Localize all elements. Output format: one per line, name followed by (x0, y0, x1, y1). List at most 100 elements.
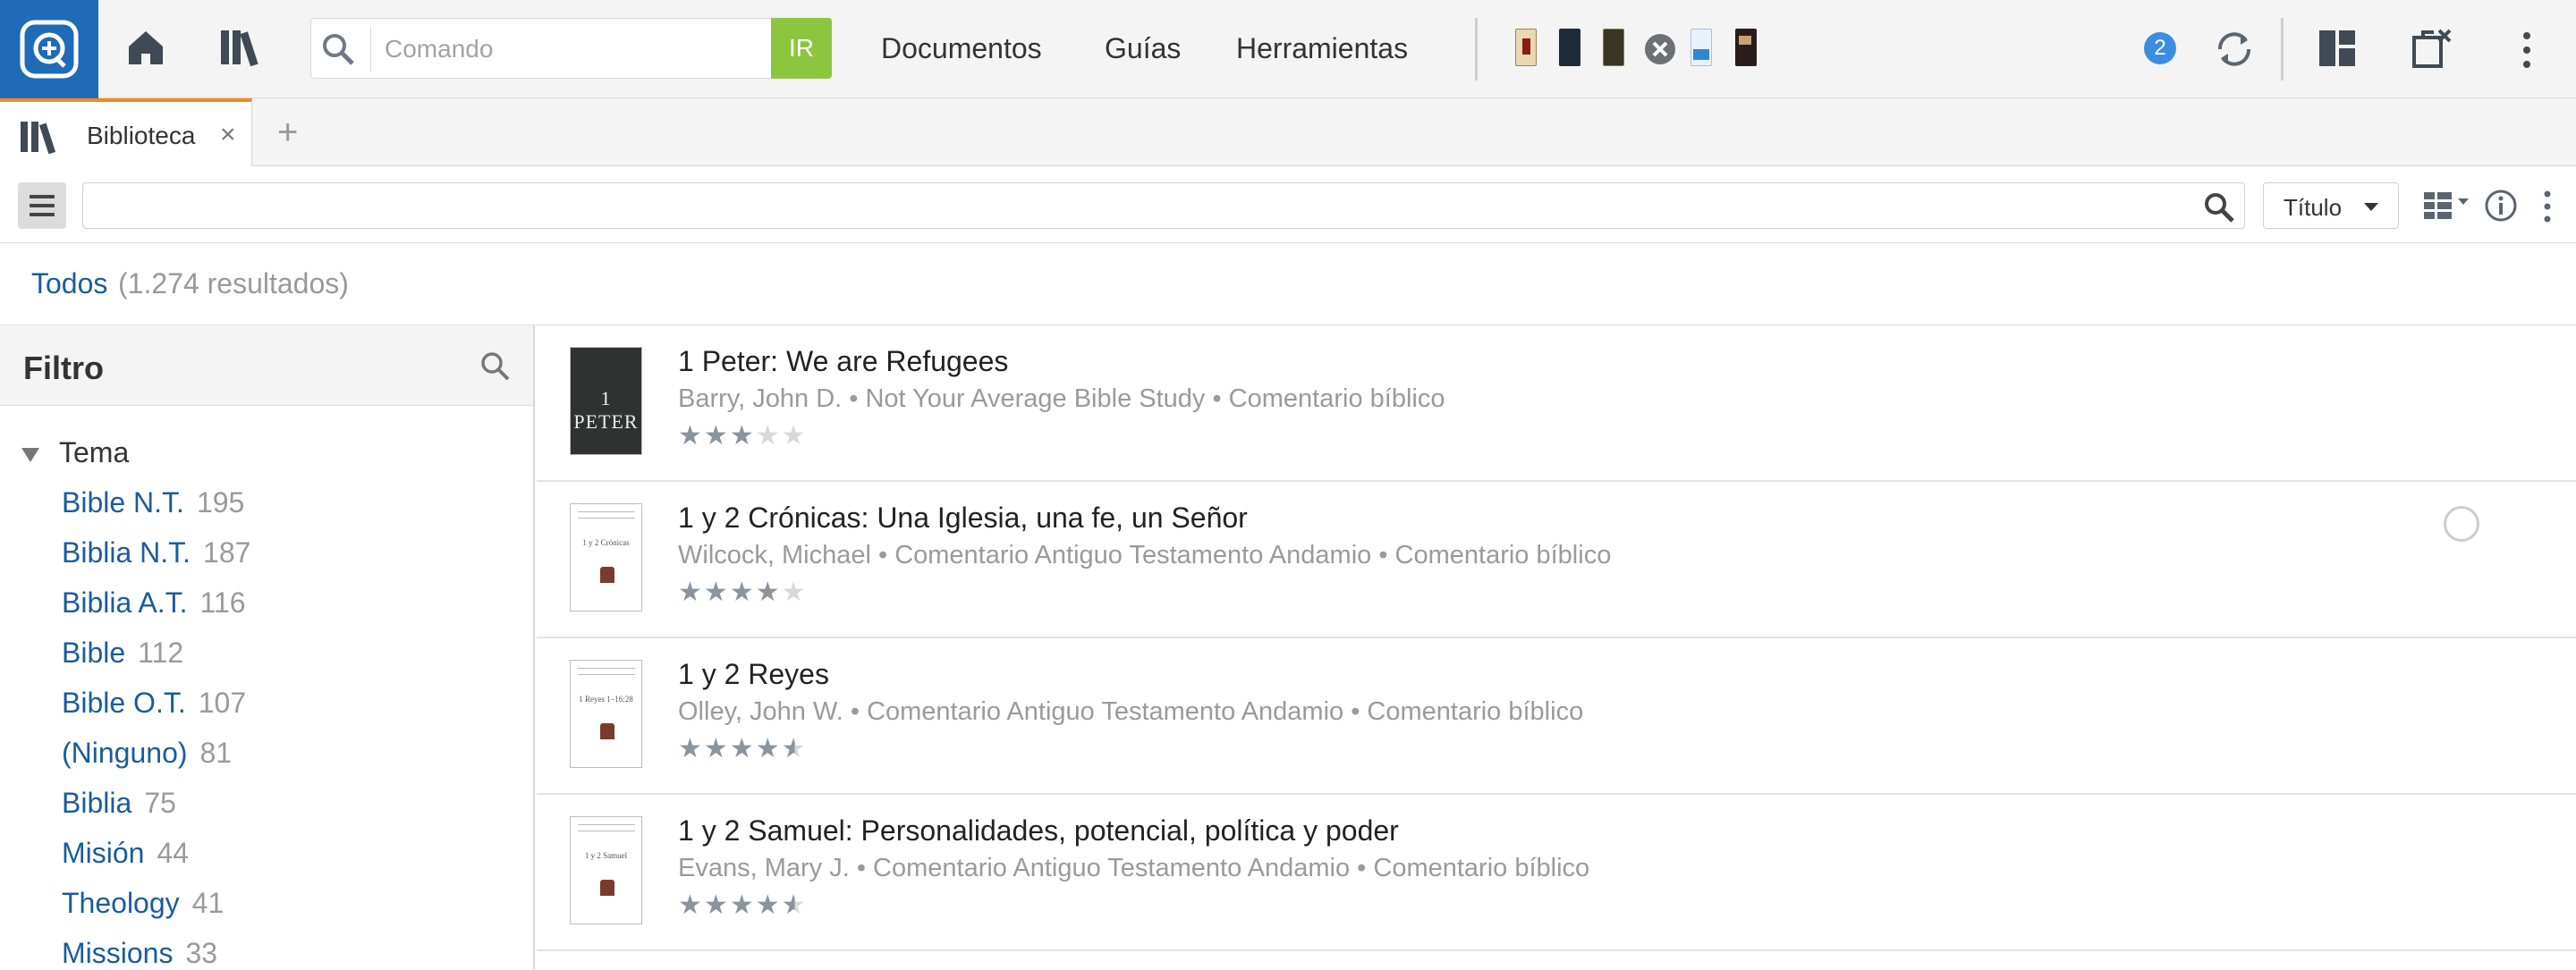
sort-dropdown[interactable]: Título (2263, 182, 2399, 229)
resource-title[interactable]: 1 Peter: We are Refugees (678, 345, 1008, 378)
star-icon[interactable]: ★ (678, 890, 704, 920)
filter-item[interactable]: Missions 33 (62, 937, 217, 970)
filter-item-count: 33 (185, 937, 218, 969)
recent-book-6[interactable] (1735, 29, 1757, 66)
star-icon[interactable]: ★ (756, 890, 782, 920)
filter-item[interactable]: Biblia A.T. 116 (62, 586, 246, 620)
resource-row[interactable]: 1 Reyes 1–16:28 1 y 2 Reyes Olley, John … (537, 638, 2576, 795)
results-header: Todos (1.274 resultados) (0, 243, 2576, 325)
filter-item[interactable]: Bible N.T. 195 (62, 486, 244, 519)
library-search-input[interactable] (94, 189, 2169, 223)
tab-close-button[interactable]: × (220, 120, 236, 150)
star-rating[interactable]: ★★★★★ (678, 733, 808, 764)
star-icon[interactable]: ★ (678, 578, 704, 607)
star-icon[interactable]: ★ (730, 890, 756, 920)
star-icon[interactable]: ★ (704, 890, 730, 920)
resource-details: Olley, John W. • Comentario Antiguo Test… (678, 697, 1584, 726)
filter-item[interactable]: Bible 112 (62, 637, 183, 670)
filter-item[interactable]: Bible O.T. 107 (62, 687, 246, 720)
all-results-link[interactable]: Todos (31, 267, 107, 300)
chevron-down-icon (2364, 203, 2378, 211)
layout-icon[interactable] (2318, 29, 2357, 68)
filter-item[interactable]: Biblia 75 (62, 787, 176, 820)
go-button[interactable]: IR (771, 18, 832, 79)
view-mode-icon[interactable] (2422, 190, 2472, 222)
panel-menu-button[interactable] (18, 182, 66, 229)
star-icon[interactable]: ★ (782, 578, 808, 607)
resource-details: Barry, John D. • Not Your Average Bible … (678, 384, 1445, 413)
filter-item[interactable]: Misión 44 (62, 837, 189, 870)
star-icon[interactable]: ★ (756, 421, 782, 451)
menu-bar-line (30, 213, 55, 216)
star-icon[interactable]: ★ (730, 734, 756, 763)
resource-title[interactable]: 1 y 2 Reyes (678, 658, 829, 691)
filter-item-count: 195 (196, 486, 245, 519)
library-search-box (82, 182, 2245, 229)
tab-label: Biblioteca (87, 122, 196, 149)
logos-logo-button[interactable] (0, 0, 98, 98)
filter-header: Filtro (0, 325, 533, 406)
filter-item[interactable]: Theology 41 (62, 887, 224, 920)
star-icon[interactable]: ★ (678, 734, 704, 763)
command-separator (370, 26, 371, 72)
sync-icon[interactable] (2212, 27, 2257, 72)
star-icon[interactable]: ★ (756, 578, 782, 607)
filter-item-name: Misión (62, 837, 145, 869)
resource-row[interactable]: 1 PETER 1 Peter: We are Refugees Barry, … (537, 325, 2576, 482)
menu-tools[interactable]: Herramientas (1236, 32, 1408, 65)
book-cover[interactable]: 1 Reyes 1–16:28 (570, 660, 642, 768)
star-icon[interactable]: ★ (782, 734, 808, 763)
star-icon[interactable]: ★ (678, 421, 704, 451)
star-rating[interactable]: ★★★★★ (678, 890, 808, 921)
resource-row[interactable]: 1 y 2 Crónicas 1 y 2 Crónicas: Una Igles… (537, 482, 2576, 638)
star-icon[interactable]: ★ (704, 421, 730, 451)
book-cover[interactable]: 1 y 2 Crónicas (570, 503, 642, 612)
more-vertical-icon[interactable] (2540, 190, 2555, 224)
star-icon[interactable]: ★ (704, 578, 730, 607)
resource-title[interactable]: 1 y 2 Samuel: Personalidades, potencial,… (678, 814, 1399, 848)
tab-bar: Biblioteca × + (0, 98, 2576, 166)
info-icon[interactable] (2483, 188, 2519, 224)
book-cover[interactable]: 1 PETER (570, 347, 642, 455)
star-icon[interactable]: ★ (730, 578, 756, 607)
notification-badge[interactable]: 2 (2144, 32, 2176, 64)
filter-item-name: Biblia A.T. (62, 586, 188, 619)
menu-guides[interactable]: Guías (1105, 32, 1181, 65)
filter-item-count: 187 (203, 536, 251, 569)
recent-book-3[interactable] (1603, 29, 1624, 66)
add-tab-button[interactable]: + (277, 113, 298, 153)
resource-title[interactable]: 1 y 2 Crónicas: Una Iglesia, una fe, un … (678, 502, 1248, 535)
logos-logo-icon (20, 20, 79, 79)
star-icon[interactable]: ★ (756, 734, 782, 763)
more-vertical-icon[interactable] (2518, 30, 2536, 70)
filter-item-count: 81 (199, 737, 233, 769)
filter-item[interactable]: (Ninguno) 81 (62, 737, 232, 770)
cover-emblem (600, 567, 614, 583)
close-panels-icon[interactable] (2411, 27, 2453, 70)
filter-item-count: 107 (198, 687, 247, 719)
star-icon[interactable]: ★ (704, 734, 730, 763)
menu-documents[interactable]: Documentos (881, 32, 1042, 65)
recent-book-5[interactable] (1690, 29, 1712, 66)
search-icon[interactable] (2203, 191, 2235, 224)
library-icon[interactable] (219, 27, 264, 68)
star-icon[interactable]: ★ (730, 421, 756, 451)
filter-group-topic[interactable]: Tema (21, 436, 129, 469)
star-icon[interactable]: ★ (782, 421, 808, 451)
resource-row[interactable]: 1 y 2 Samuel 1 y 2 Samuel: Personalidade… (537, 795, 2576, 951)
filter-item-name: Missions (62, 937, 174, 969)
star-rating[interactable]: ★★★★★ (678, 420, 808, 451)
command-input[interactable] (383, 26, 723, 72)
filter-item[interactable]: Biblia N.T. 187 (62, 536, 250, 569)
star-icon[interactable]: ★ (782, 890, 808, 920)
book-cover[interactable]: 1 y 2 Samuel (570, 816, 642, 924)
cover-header-lines (578, 824, 635, 831)
close-circle-icon[interactable] (1643, 32, 1677, 66)
recent-book-1[interactable] (1515, 29, 1537, 66)
recent-book-2[interactable] (1559, 29, 1580, 66)
library-icon (21, 122, 56, 154)
home-icon[interactable] (125, 27, 166, 68)
search-icon[interactable] (479, 350, 512, 383)
tab-library[interactable]: Biblioteca × (0, 98, 252, 166)
star-rating[interactable]: ★★★★★ (678, 577, 808, 608)
